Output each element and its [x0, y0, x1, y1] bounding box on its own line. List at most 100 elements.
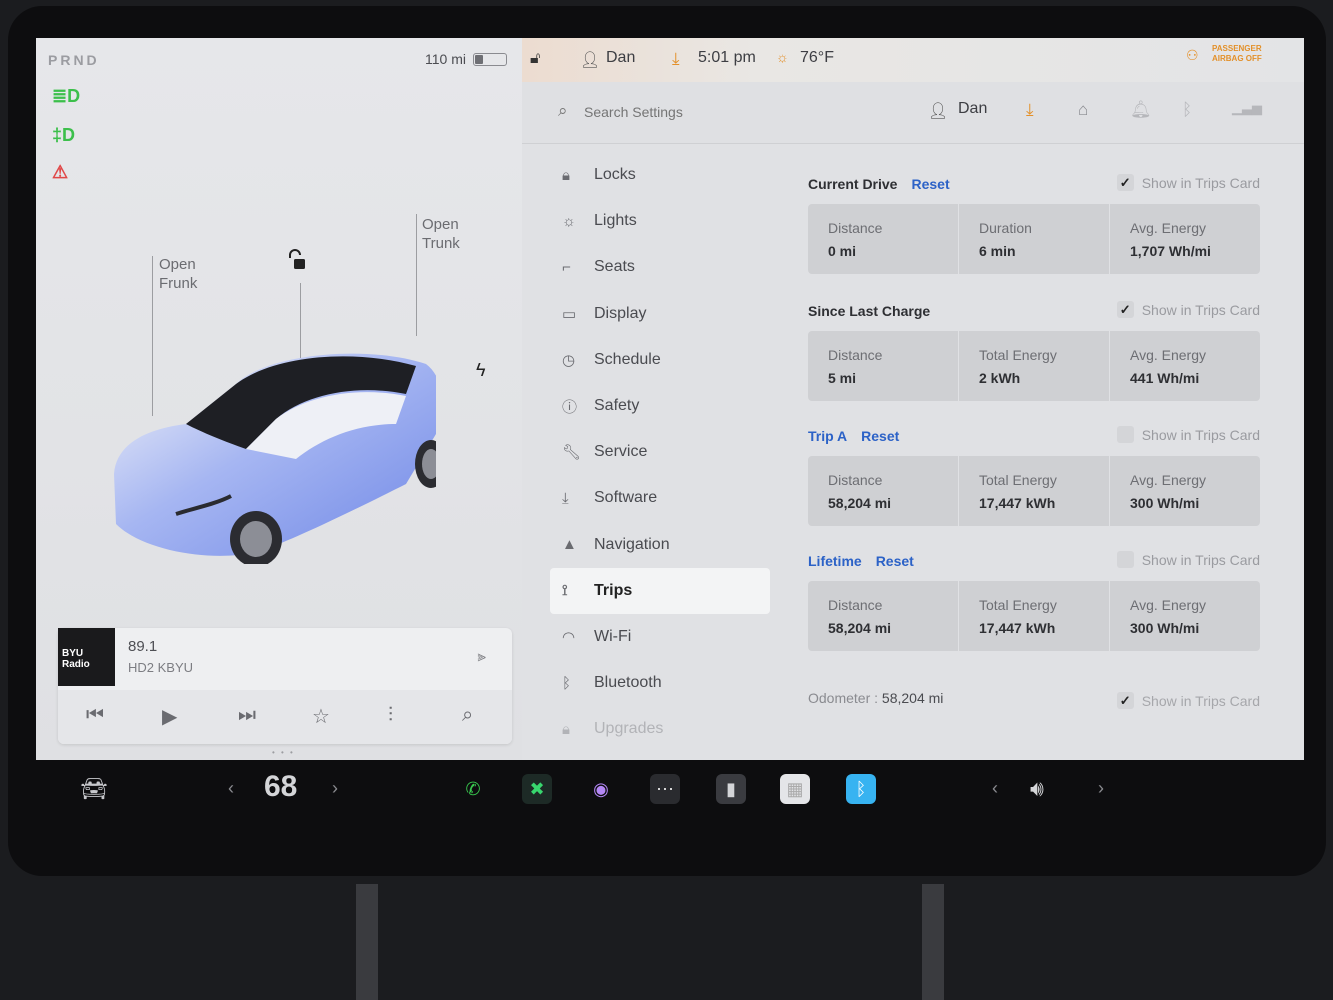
since-last-charge-title: Since Last Charge — [808, 303, 931, 319]
sidebar-item-label: Wi-Fi — [594, 627, 632, 645]
trip-a-stats: Distance 58,204 mi Total Energy 17,447 kWh… — [808, 456, 1260, 526]
previous-track-icon[interactable]: ⏮ — [86, 704, 104, 727]
status-bar: 🔓︎ 👤︎ Dan ⤓ 5:01 pm ☼ 76°F ⚇ PASSENGER A… — [522, 38, 1304, 82]
radio-source-icon[interactable]: ⫸ — [478, 648, 486, 665]
notification-bell-icon[interactable]: 🔔︎ — [1130, 100, 1152, 120]
sidebar-item-safety[interactable]: ⓘ Safety — [550, 383, 770, 429]
seat-icon: ⌐ — [562, 258, 571, 276]
search-icon: ⌕ — [558, 101, 568, 120]
download-icon[interactable]: ⤓ — [672, 49, 680, 69]
search-input[interactable] — [584, 98, 884, 126]
sidebar-item-label: Software — [594, 489, 658, 507]
sidebar-item-label: Seats — [594, 258, 635, 276]
current-drive-title: Current Drive — [808, 176, 898, 192]
checkbox-label: Show in Trips Card — [1141, 301, 1260, 318]
lifetime-stats: Distance 58,204 mi Total Energy 17,447 kWh… — [808, 581, 1260, 651]
checkbox-icon[interactable]: ✓ — [1116, 174, 1134, 191]
equalizer-icon[interactable]: ⫶ — [388, 704, 393, 727]
checkbox-icon[interactable]: ✓ — [1116, 301, 1134, 318]
driver-profile[interactable]: Dan — [606, 49, 635, 67]
stat-label: Total Energy — [979, 597, 1057, 613]
sidebar-item-seats[interactable]: ⌐ Seats — [550, 244, 770, 290]
lifetime-title[interactable]: Lifetime — [808, 553, 862, 569]
sidebar-item-service[interactable]: 🔧︎ Service — [550, 429, 770, 475]
odometer-show-in-trips-checkbox[interactable]: ✓ Show in Trips Card — [1116, 692, 1260, 709]
current-drive-show-in-trips-checkbox[interactable]: ✓ Show in Trips Card — [1116, 174, 1260, 191]
favorite-star-icon[interactable]: ☆ — [312, 704, 330, 729]
toybox-icon[interactable]: ✖ — [522, 774, 552, 804]
sidebar-item-label: Service — [594, 443, 648, 461]
profile-icon[interactable]: 👤︎ — [928, 101, 948, 121]
sidebar-item-lights[interactable]: ☼ Lights — [550, 198, 770, 244]
sidebar-item-label: Navigation — [594, 535, 670, 553]
current-drive-section: Current Drive Reset ✓ Show in Trips Card … — [808, 172, 1260, 274]
stat-duration: Duration 6 min — [958, 204, 1109, 274]
schedule-icon: ◷ — [562, 351, 576, 369]
bluetooth-app-icon[interactable]: ᛒ — [846, 774, 876, 804]
more-apps-icon[interactable]: ⋯ — [650, 774, 680, 804]
open-trunk-button[interactable]: Open Trunk — [422, 215, 460, 253]
trips-icon: ⟟ — [562, 582, 568, 600]
frunk-label-line2: Frunk — [159, 275, 198, 292]
sidebar-item-schedule[interactable]: ◷ Schedule — [550, 337, 770, 383]
since-last-charge-show-in-trips-checkbox[interactable]: ✓ Show in Trips Card — [1116, 301, 1260, 318]
stat-label: Duration — [979, 220, 1032, 236]
temp-decrease-chevron-icon[interactable]: ‹ — [228, 778, 234, 799]
trip-a-title[interactable]: Trip A — [808, 428, 847, 444]
navigation-icon: ▲ — [562, 536, 577, 554]
checkbox-icon[interactable]: ✓ — [1116, 551, 1134, 568]
checkbox-icon[interactable]: ✓ — [1116, 692, 1134, 709]
volume-icon[interactable]: 🔊︎ — [1030, 776, 1044, 802]
stat-distance: Distance 5 mi — [808, 331, 958, 401]
lifetime-reset-button[interactable]: Reset — [876, 553, 914, 569]
volume-increase-chevron-icon[interactable]: › — [1098, 778, 1104, 799]
lock-icon: 🔒︎ — [562, 166, 570, 184]
headlights-indicator-icon: ≣D — [52, 86, 81, 106]
calendar-icon[interactable]: ▦ — [780, 774, 810, 804]
sidebar-item-software[interactable]: ⤓ Software — [550, 475, 770, 521]
station-subtitle: HD2 KBYU — [128, 660, 194, 675]
stat-label: Total Energy — [979, 472, 1057, 488]
temp-increase-chevron-icon[interactable]: › — [332, 778, 338, 799]
trip-a-show-in-trips-checkbox[interactable]: ✓ Show in Trips Card — [1116, 426, 1260, 443]
sidebar-item-label: Trips — [594, 581, 633, 599]
checkbox-label: Show in Trips Card — [1141, 551, 1260, 568]
checkbox-icon[interactable]: ✓ — [1116, 426, 1134, 443]
media-search-icon[interactable]: ⌕ — [462, 704, 473, 727]
current-drive-stats: Distance 0 mi Duration 6 min Avg. Energy 1,… — [808, 204, 1260, 274]
homelink-garage-icon[interactable]: ⌂ — [1078, 100, 1088, 120]
profile-name[interactable]: Dan — [958, 100, 987, 118]
sidebar-item-wi-fi[interactable]: ◠ Wi-Fi — [550, 614, 770, 660]
current-drive-reset-button[interactable]: Reset — [911, 176, 949, 192]
charge-port-icon[interactable]: ϟ — [476, 360, 486, 381]
car-icon[interactable]: 🚘︎ — [80, 776, 108, 802]
cabin-temperature[interactable]: 68 — [264, 770, 297, 804]
bluetooth-icon: ᛒ — [562, 674, 572, 692]
lock-status-icon[interactable]: 🔓︎ — [530, 50, 540, 68]
sidebar-item-locks[interactable]: 🔒︎ Locks — [550, 152, 770, 198]
sidebar-item-bluetooth[interactable]: ᛒ Bluetooth — [550, 660, 770, 706]
camera-icon[interactable]: ◉ — [586, 774, 616, 804]
volume-decrease-chevron-icon[interactable]: ‹ — [992, 778, 998, 799]
open-frunk-button[interactable]: Open Frunk — [159, 255, 197, 293]
play-icon[interactable]: ▶ — [162, 704, 177, 729]
sidebar-item-display[interactable]: ▭ Display — [550, 291, 770, 337]
software-download-icon[interactable]: ⤓ — [1026, 100, 1034, 120]
unlock-icon[interactable] — [286, 249, 308, 277]
sidebar-item-label: Display — [594, 304, 647, 322]
stat-total-energy: Total Energy 17,447 kWh — [958, 581, 1109, 651]
next-track-icon[interactable]: ⏭ — [238, 704, 256, 727]
phone-icon[interactable]: ✆ — [458, 774, 488, 804]
bluetooth-icon[interactable]: ᛒ — [1182, 100, 1192, 120]
manual-icon[interactable]: ▮ — [716, 774, 746, 804]
checkbox-label: Show in Trips Card — [1141, 174, 1260, 191]
sidebar-item-trips[interactable]: ⟟ Trips — [550, 567, 770, 614]
trip-a-reset-button[interactable]: Reset — [861, 428, 899, 444]
lifetime-show-in-trips-checkbox[interactable]: ✓ Show in Trips Card — [1116, 551, 1260, 568]
sidebar-item-upgrades[interactable]: 🔒︎ Upgrades — [550, 706, 770, 752]
sidebar-item-label: Lights — [594, 212, 637, 230]
gear-selector[interactable]: PRND — [48, 52, 100, 68]
airbag-icon: ⚇ — [1186, 47, 1199, 63]
sidebar-item-navigation[interactable]: ▲ Navigation — [550, 522, 770, 568]
mount-right — [922, 884, 944, 1000]
